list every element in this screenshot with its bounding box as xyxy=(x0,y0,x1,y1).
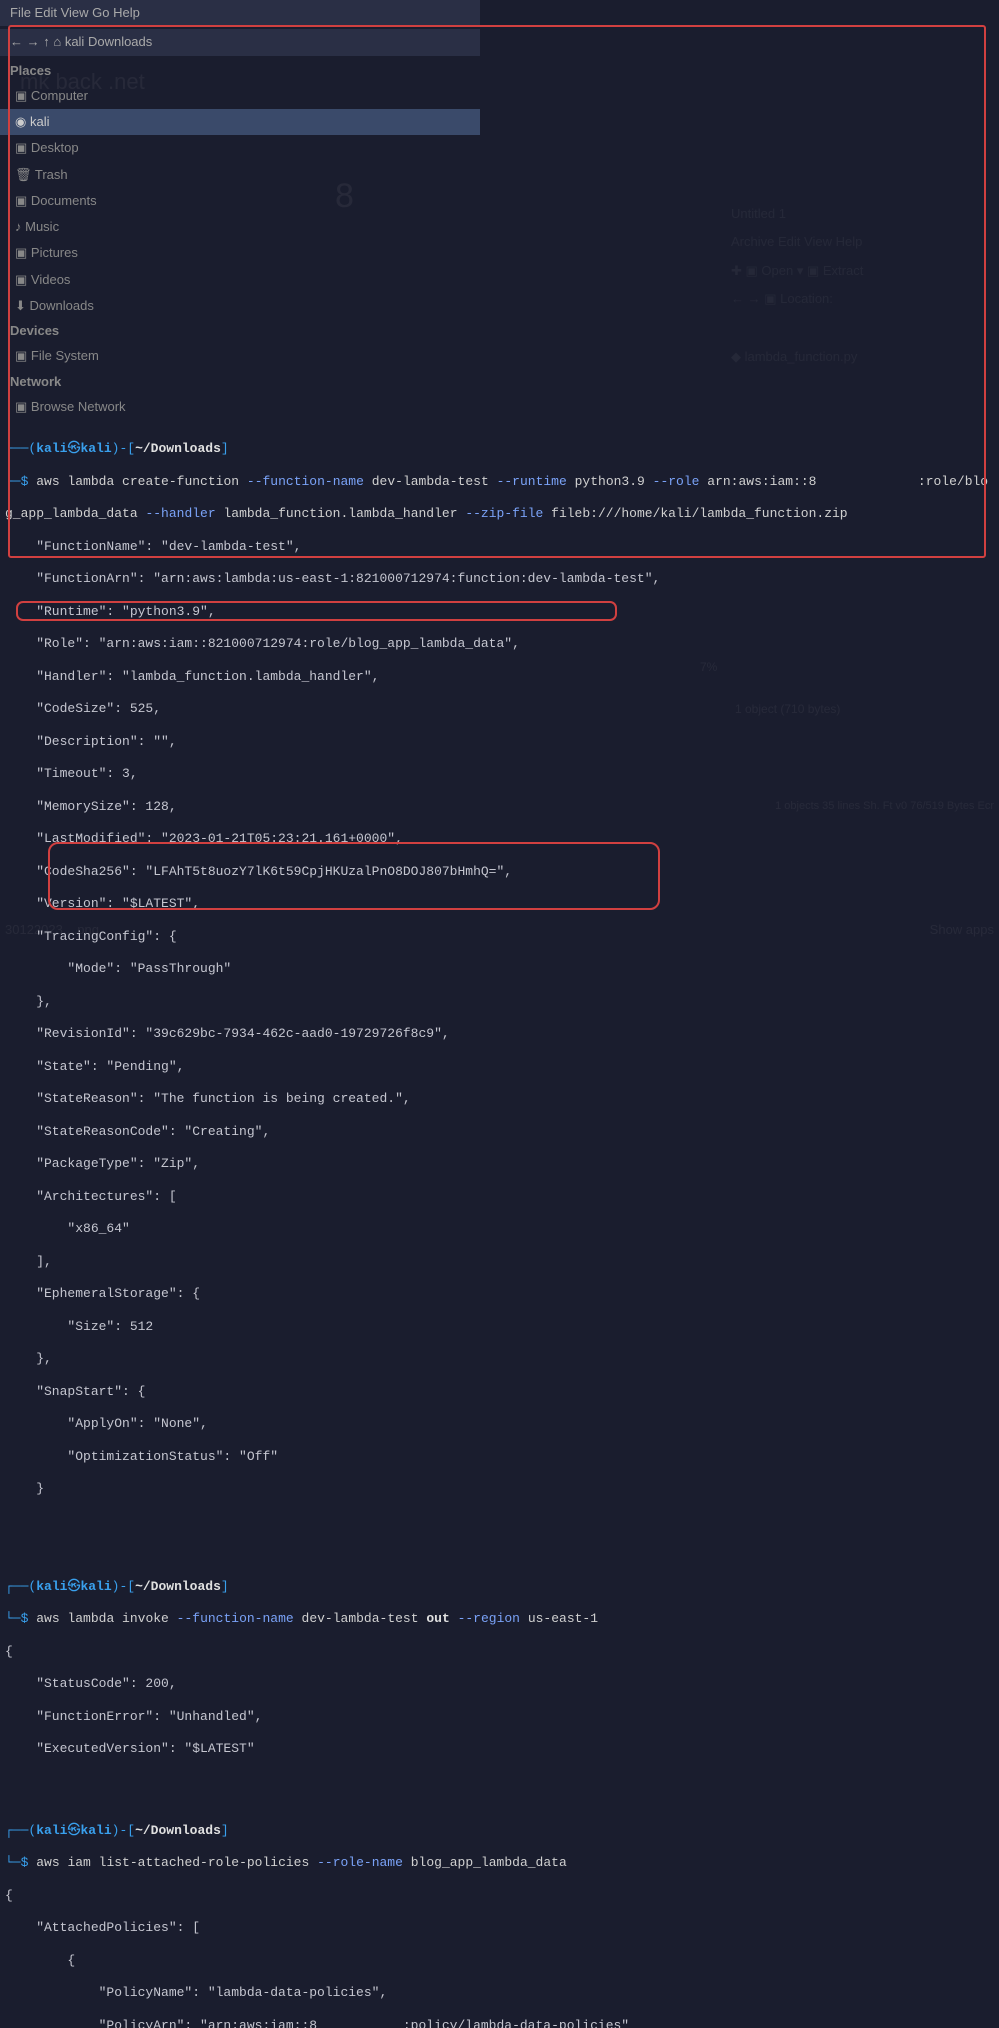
bg-fm-computer: ▣ Computer xyxy=(0,83,480,109)
out1-l09: "MemorySize": 128, xyxy=(5,799,999,815)
out2-l1: "StatusCode": 200, xyxy=(5,1676,999,1692)
out1-l23: ], xyxy=(5,1254,999,1270)
prompt-line-2: ┌──(kali㉿kali)-[~/Downloads] xyxy=(5,1579,999,1595)
out1-l30: } xyxy=(5,1481,999,1497)
bg-fm-menu: File Edit View Go Help xyxy=(0,0,480,26)
blank-3 xyxy=(5,1790,999,1806)
prompt-line-3: ┌──(kali㉿kali)-[~/Downloads] xyxy=(5,1823,999,1839)
out2-l0: { xyxy=(5,1644,999,1660)
prompt-line-1: ┌──(kali㉿kali)-[~/Downloads] xyxy=(5,441,999,457)
cmd-line-2: └─$ aws lambda invoke --function-name de… xyxy=(5,1611,999,1627)
out1-l11: "CodeSha256": "LFAhT5t8uozY7lK6t59CpjHKU… xyxy=(5,864,999,880)
out1-l08: "Timeout": 3, xyxy=(5,766,999,782)
out1-l12: "Version": "$LATEST", xyxy=(5,896,999,912)
bg-pyfile: ◆ lambda_function.py xyxy=(719,343,999,371)
out2-l2: "FunctionError": "Unhandled", xyxy=(5,1709,999,1725)
cmd-line-1: └─$ aws lambda create-function --functio… xyxy=(5,474,999,490)
bg-fm-desktop: ▣ Desktop xyxy=(0,135,480,161)
out1-l04: "Role": "arn:aws:iam::821000712974:role/… xyxy=(5,636,999,652)
bg-fm-places-header: Places xyxy=(0,59,480,83)
out1-l14: "Mode": "PassThrough" xyxy=(5,961,999,977)
cmd-line-1b: g_app_lambda_data --handler lambda_funct… xyxy=(5,506,999,522)
out1-l19: "StateReasonCode": "Creating", xyxy=(5,1124,999,1140)
out3-l00: { xyxy=(5,1888,999,1904)
out1-l03: "Runtime": "python3.9", xyxy=(5,604,999,620)
bg-fm-devices-header: Devices xyxy=(0,319,480,343)
out1-l29: "OptimizationStatus": "Off" xyxy=(5,1449,999,1465)
bg-fm-kali: ◉ kali xyxy=(0,109,480,135)
out1-l28: "ApplyOn": "None", xyxy=(5,1416,999,1432)
bg-fm-pictures: ▣ Pictures xyxy=(0,240,480,266)
out1-l25: "Size": 512 xyxy=(5,1319,999,1335)
bg-fm-nav: ← → ↑ ⌂ kali Downloads xyxy=(0,29,480,55)
bg-untitled: Untitled 1 xyxy=(719,200,999,228)
out1-l01: "FunctionName": "dev-lambda-test", xyxy=(5,539,999,555)
bg-fm-documents: ▣ Documents xyxy=(0,188,480,214)
blank-1 xyxy=(5,1514,999,1530)
out3-l01: "AttachedPolicies": [ xyxy=(5,1920,999,1936)
bg-fm-downloads: ⬇ Downloads xyxy=(0,293,480,319)
bg-archive-location: ← → ▣ Location: xyxy=(719,285,999,313)
bg-fm-music: ♪ Music xyxy=(0,214,480,240)
out3-l03: "PolicyName": "lambda-data-policies", xyxy=(5,1985,999,2001)
out3-l04: "PolicyArn": "arn:aws:iam::8 :policy/lam… xyxy=(5,2018,999,2028)
out1-l20: "PackageType": "Zip", xyxy=(5,1156,999,1172)
out1-l02: "FunctionArn": "arn:aws:lambda:us-east-1… xyxy=(5,571,999,587)
bg-archive-menu: Archive Edit View Help xyxy=(719,228,999,256)
out3-l02: { xyxy=(5,1953,999,1969)
out1-l24: "EphemeralStorage": { xyxy=(5,1286,999,1302)
out1-l05: "Handler": "lambda_function.lambda_handl… xyxy=(5,669,999,685)
bg-fm-network-header: Network xyxy=(0,370,480,394)
out2-l3: "ExecutedVersion": "$LATEST" xyxy=(5,1741,999,1757)
bg-file-manager: File Edit View Go Help ← → ↑ ⌂ kali Down… xyxy=(0,0,480,420)
terminal[interactable]: ┌──(kali㉿kali)-[~/Downloads] └─$ aws lam… xyxy=(0,420,999,2028)
bg-fm-filesystem: ▣ File System xyxy=(0,343,480,369)
out1-l22: "x86_64" xyxy=(5,1221,999,1237)
bg-archive-toolbar: ✚ ▣ Open ▾ ▣ Extract xyxy=(719,257,999,285)
bg-fm-trash: 🗑 Trash xyxy=(0,162,480,188)
out1-l17: "State": "Pending", xyxy=(5,1059,999,1075)
out1-l15: }, xyxy=(5,994,999,1010)
out1-l16: "RevisionId": "39c629bc-7934-462c-aad0-1… xyxy=(5,1026,999,1042)
bg-fm-videos: ▣ Videos xyxy=(0,267,480,293)
bg-archive-panel: Untitled 1 Archive Edit View Help ✚ ▣ Op… xyxy=(719,200,999,371)
out1-l13: "TracingConfig": { xyxy=(5,929,999,945)
out1-l07: "Description": "", xyxy=(5,734,999,750)
out1-l21: "Architectures": [ xyxy=(5,1189,999,1205)
out1-l26: }, xyxy=(5,1351,999,1367)
out1-l06: "CodeSize": 525, xyxy=(5,701,999,717)
blank-2 xyxy=(5,1546,999,1562)
out1-l10: "LastModified": "2023-01-21T05:23:21.161… xyxy=(5,831,999,847)
cmd-line-3: └─$ aws iam list-attached-role-policies … xyxy=(5,1855,999,1871)
out1-l27: "SnapStart": { xyxy=(5,1384,999,1400)
out1-l18: "StateReason": "The function is being cr… xyxy=(5,1091,999,1107)
bg-fm-browse: ▣ Browse Network xyxy=(0,394,480,420)
